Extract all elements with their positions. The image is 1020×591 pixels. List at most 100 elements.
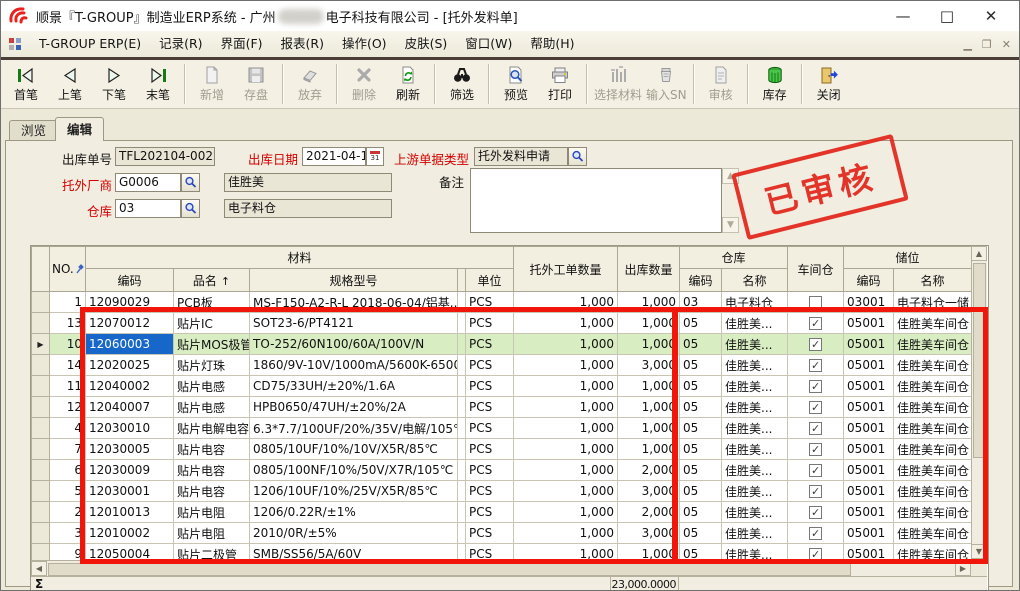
warehouse-lookup-button[interactable] [181, 199, 200, 218]
table-row[interactable]: 512030001贴片电容1206/10UF/10%/25V/X5R/85℃PC… [32, 481, 972, 502]
toolbar-button-print[interactable]: 打印 [538, 62, 582, 107]
toolbar-button-filter[interactable]: 筛选 [440, 62, 484, 107]
header-name[interactable]: 品名↑ [174, 269, 250, 292]
toolbar-button-first[interactable]: 首笔 [4, 62, 48, 107]
table-row[interactable]: 1212040007贴片电感HPB0650/47UH/±20%/2APCS1,0… [32, 397, 972, 418]
menu-item-3[interactable]: 报表(R) [272, 32, 333, 56]
cell-workshop: ✓ [788, 376, 844, 397]
header-group-material[interactable]: 材料 [86, 247, 514, 269]
table-row[interactable]: 312010002贴片电阻2010/0R/±5%PCS1,0003,00005佳… [32, 523, 972, 544]
scroll-up-icon[interactable]: ▲ [971, 246, 987, 261]
upstream-lookup-button[interactable] [568, 147, 587, 166]
table-row[interactable]: 912050004贴片二极管SMB/SS56/5A/60VPCS1,0001,0… [32, 544, 972, 561]
table-row[interactable]: ▶1012060003贴片MOS极管TO-252/60N100/60A/100V… [32, 334, 972, 355]
menu-item-5[interactable]: 皮肤(S) [396, 32, 457, 56]
workshop-checkbox[interactable]: ✓ [809, 317, 822, 330]
cell-unit: PCS [466, 523, 514, 544]
vertical-scroll-thumb[interactable] [973, 263, 986, 458]
header-unit[interactable]: 单位 [466, 269, 514, 292]
toolbar-button-inventory[interactable]: 库存 [753, 62, 797, 107]
header-wh-name[interactable]: 名称 [722, 269, 788, 292]
toolbar-button-preview[interactable]: 预览 [494, 62, 538, 107]
out-qty-total: 23,000.0000 [610, 577, 679, 591]
out-date-field[interactable]: 2021-04-15 [302, 147, 366, 166]
table-row[interactable]: 612030009贴片电容0805/100NF/10%/50V/X7R/105℃… [32, 460, 972, 481]
remark-field[interactable] [470, 168, 722, 233]
mdi-minimize-button[interactable]: ▁ [963, 38, 971, 51]
cell-wh-code: 03 [680, 292, 722, 313]
toolbar-button-refresh[interactable]: 刷新 [386, 62, 430, 107]
header-batch[interactable] [458, 269, 466, 292]
table-row[interactable]: 712030005贴片电容0805/10UF/10%/10V/X5R/85℃PC… [32, 439, 972, 460]
warehouse-code-field[interactable]: 03 [115, 199, 181, 218]
workshop-checkbox[interactable]: ✓ [809, 338, 822, 351]
header-no[interactable]: NO. [50, 247, 86, 292]
cell-out-qty: 3,000 [618, 481, 680, 502]
header-spec[interactable]: 规格型号 [250, 269, 458, 292]
workshop-checkbox[interactable]: ✓ [809, 401, 822, 414]
cell-workshop: ✓ [788, 481, 844, 502]
mdi-close-button[interactable]: ✕ [1002, 38, 1011, 51]
cell-loc-code: 05001 [844, 334, 894, 355]
cell-unit: PCS [466, 544, 514, 561]
header-workshop[interactable]: 车间仓 [788, 247, 844, 292]
scroll-down-icon[interactable]: ▼ [971, 544, 987, 559]
menu-item-0[interactable]: T-GROUP ERP(E) [30, 32, 150, 56]
horizontal-scrollbar[interactable]: ◀ ▶ [31, 560, 971, 576]
workshop-checkbox[interactable]: ✓ [809, 443, 822, 456]
toolbar-button-last[interactable]: 末笔 [136, 62, 180, 107]
menu-item-7[interactable]: 帮助(H) [521, 32, 583, 56]
menu-item-1[interactable]: 记录(R) [150, 32, 211, 56]
workshop-checkbox[interactable]: ✓ [809, 485, 822, 498]
workshop-checkbox[interactable] [809, 296, 822, 309]
remark-scroll-down-icon[interactable]: ▼ [722, 217, 739, 233]
vendor-lookup-button[interactable] [181, 173, 200, 192]
close-button[interactable]: ✕ [969, 1, 1013, 31]
table-row[interactable]: 412030010贴片电解电容6.3*7.7/100UF/20%/35V/电解/… [32, 418, 972, 439]
maximize-button[interactable]: □ [925, 1, 969, 31]
workshop-checkbox[interactable]: ✓ [809, 506, 822, 519]
minimize-button[interactable]: — [881, 1, 925, 31]
horizontal-scroll-thumb[interactable] [48, 563, 851, 576]
workshop-checkbox[interactable]: ✓ [809, 464, 822, 477]
vendor-code-field[interactable]: G0006 [115, 173, 181, 192]
vertical-scrollbar[interactable]: ▲ ▼ [971, 246, 987, 560]
table-row[interactable]: 212010013贴片电阻1206/0.22R/±1%PCS1,0002,000… [32, 502, 972, 523]
workshop-checkbox[interactable]: ✓ [809, 527, 822, 540]
header-group-warehouse[interactable]: 仓库 [680, 247, 788, 269]
header-wh-code[interactable]: 编码 [680, 269, 722, 292]
workshop-checkbox[interactable]: ✓ [809, 422, 822, 435]
upstream-type-field[interactable]: 托外发料申请 [474, 147, 568, 166]
toolbar-button-prev[interactable]: 上笔 [48, 62, 92, 107]
table-row[interactable]: 1412020025贴片灯珠1860/9V-10V/1000mA/5600K-6… [32, 355, 972, 376]
header-loc-name[interactable]: 名称 [894, 269, 971, 292]
workshop-checkbox[interactable]: ✓ [809, 380, 822, 393]
table-row[interactable]: 1312070012贴片ICSOT23-6/PT4121PCS1,0001,00… [32, 313, 972, 334]
cell-code: 12090029 [86, 292, 174, 313]
tab-browse[interactable]: 浏览 [9, 120, 58, 141]
cell-unit: PCS [466, 334, 514, 355]
table-row[interactable]: 112090029PCB板MS-F150-A2-R-L 2018-06-04/铝… [32, 292, 972, 313]
header-group-location[interactable]: 储位 [844, 247, 971, 269]
scroll-left-icon[interactable]: ◀ [31, 561, 47, 576]
menu-item-6[interactable]: 窗口(W) [456, 32, 521, 56]
header-order-qty[interactable]: 托外工单数量 [514, 247, 618, 292]
toolbar-button-next[interactable]: 下笔 [92, 62, 136, 107]
tab-edit[interactable]: 编辑 [55, 117, 104, 141]
mdi-restore-button[interactable]: ❐ [982, 38, 992, 51]
menu-item-2[interactable]: 界面(F) [212, 32, 272, 56]
header-out-qty[interactable]: 出库数量 [618, 247, 680, 292]
order-no-field[interactable]: TFL202104-0022 [115, 147, 215, 166]
toolbar-button-label: 末笔 [146, 86, 170, 103]
row-indicator [32, 313, 50, 334]
toolbar-button-close[interactable]: 关闭 [807, 62, 851, 107]
workshop-checkbox[interactable]: ✓ [809, 548, 822, 560]
table-row[interactable]: 1112040002贴片电感CD75/33UH/±20%/1.6APCS1,00… [32, 376, 972, 397]
menu-item-4[interactable]: 操作(O) [333, 32, 396, 56]
cell-wh-name: 佳胜美... [722, 376, 788, 397]
scroll-right-icon[interactable]: ▶ [955, 561, 971, 576]
pin-icon [75, 264, 85, 274]
header-code[interactable]: 编码 [86, 269, 174, 292]
header-loc-code[interactable]: 编码 [844, 269, 894, 292]
workshop-checkbox[interactable]: ✓ [809, 359, 822, 372]
